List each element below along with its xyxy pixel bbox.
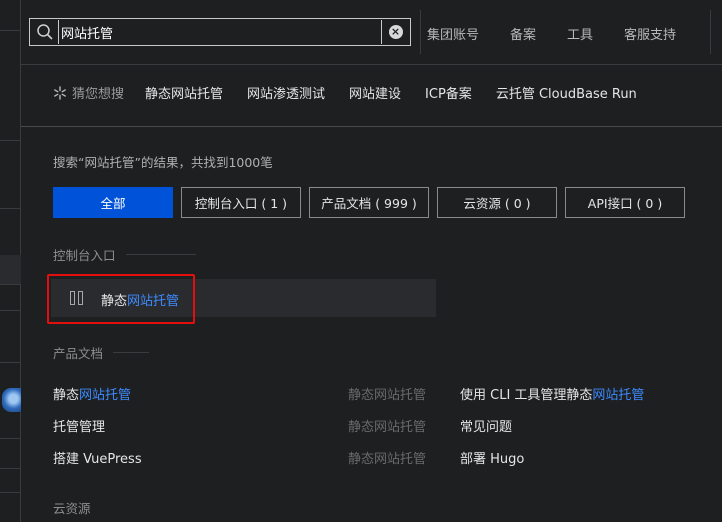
right-edge	[710, 0, 722, 65]
doc-product: 静态网站托管	[348, 420, 427, 435]
list-item: 托管管理 静态网站托管 常见问题	[53, 416, 722, 436]
list-item: 静态网站托管 静态网站托管 使用 CLI 工具管理静态网站托管	[53, 384, 722, 404]
result-summary: 搜索“网站托管”的结果，共找到1000笔	[53, 155, 273, 170]
suggestion-item[interactable]: 网站建设	[349, 83, 401, 102]
divider	[420, 10, 421, 54]
search-input[interactable]	[61, 20, 371, 44]
section-header-console: 控制台入口	[53, 245, 196, 264]
console-entry-label: 静态网站托管	[101, 294, 180, 309]
search-results-panel: 猜您想搜 静态网站托管 网站渗透测试 网站建设 ICP备案 云托管 CloudB…	[21, 65, 722, 522]
section-header-docs: 产品文档	[53, 343, 150, 362]
filter-tab-cloud-resources[interactable]: 云资源 ( 0 )	[437, 187, 557, 218]
clear-search-button[interactable]: ×	[381, 20, 409, 44]
top-nav: 集团账号 备案 工具 客服支持	[427, 24, 707, 43]
filter-tab-console[interactable]: 控制台入口 ( 1 )	[181, 187, 301, 218]
doc-link[interactable]: 静态网站托管	[53, 384, 131, 403]
background-page-strip	[0, 0, 21, 522]
search-icon[interactable]	[31, 20, 59, 44]
filter-tab-api[interactable]: API接口 ( 0 )	[565, 187, 685, 218]
suggestion-label: 猜您想搜	[53, 83, 124, 102]
nav-support[interactable]: 客服支持	[624, 24, 676, 43]
suggestion-item[interactable]: 静态网站托管	[145, 83, 223, 102]
console-entry[interactable]: 静态网站托管	[51, 279, 436, 317]
doc-link[interactable]: 部署 Hugo	[460, 448, 524, 467]
close-icon: ×	[388, 25, 403, 39]
filter-tab-all[interactable]: 全部	[53, 187, 173, 218]
top-bar: × 集团账号 备案 工具 客服支持	[21, 0, 722, 65]
list-item: 搭建 VuePress 静态网站托管 部署 Hugo	[53, 448, 722, 468]
search-box: ×	[29, 18, 411, 46]
suggestion-item[interactable]: ICP备案	[425, 83, 472, 102]
doc-link[interactable]: 托管管理	[53, 416, 105, 435]
filter-tab-docs[interactable]: 产品文档 ( 999 )	[309, 187, 429, 218]
nav-filing[interactable]: 备案	[510, 24, 536, 43]
doc-product: 静态网站托管	[348, 388, 427, 403]
filter-tabs: 全部 控制台入口 ( 1 ) 产品文档 ( 999 ) 云资源 ( 0 ) AP…	[53, 187, 693, 218]
suggestion-row: 猜您想搜 静态网站托管 网站渗透测试 网站建设 ICP备案 云托管 CloudB…	[21, 65, 722, 127]
nav-tools[interactable]: 工具	[567, 24, 593, 43]
doc-link[interactable]: 常见问题	[460, 416, 512, 435]
layout-columns-icon	[70, 291, 85, 305]
doc-link[interactable]: 使用 CLI 工具管理静态网站托管	[460, 384, 644, 403]
avatar	[2, 388, 21, 412]
suggestion-item[interactable]: 云托管 CloudBase Run	[496, 83, 637, 102]
doc-link[interactable]: 搭建 VuePress	[53, 448, 142, 467]
suggestion-list: 静态网站托管 网站渗透测试 网站建设 ICP备案 云托管 CloudBase R…	[145, 83, 661, 102]
sparkle-icon	[54, 85, 66, 100]
suggestion-item[interactable]: 网站渗透测试	[247, 83, 325, 102]
nav-group-account[interactable]: 集团账号	[427, 24, 479, 43]
section-header-cloud: 云资源	[53, 501, 91, 516]
doc-product: 静态网站托管	[348, 452, 427, 467]
